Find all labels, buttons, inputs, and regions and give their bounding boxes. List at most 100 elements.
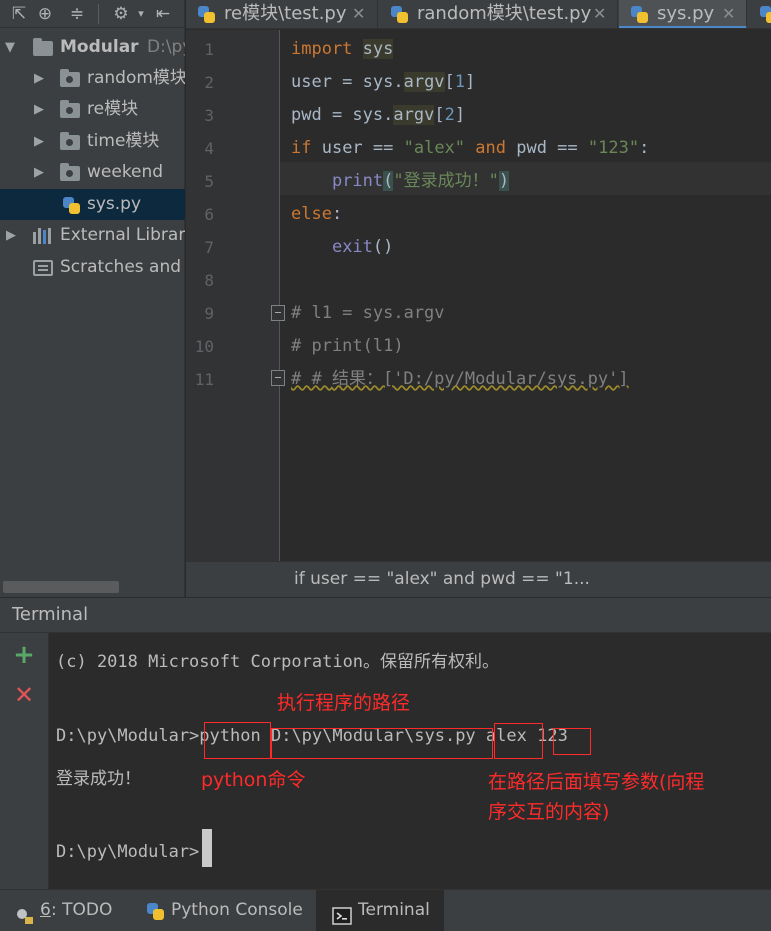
chevron-right-icon[interactable]: ▶ xyxy=(34,94,44,125)
annotation-args-note-1: 在路径后面填写参数(向程 xyxy=(488,771,705,793)
chevron-right-icon[interactable]: ▶ xyxy=(6,220,16,251)
plus-icon[interactable]: + xyxy=(12,642,36,668)
python-console-label: Python Console xyxy=(171,900,303,920)
tree-root-label: Modular xyxy=(60,37,139,57)
fold-end-icon[interactable] xyxy=(271,370,285,386)
package-folder-icon xyxy=(60,69,80,87)
scratches-icon xyxy=(33,260,53,276)
collapse-all-icon[interactable]: ⇱ xyxy=(8,3,30,25)
chevron-right-icon[interactable]: ▶ xyxy=(34,126,44,157)
code-line-11: # # 结果：['D:/py/Modular/sys.py'] xyxy=(291,369,629,389)
annotation-python-note: python命令 xyxy=(201,769,306,791)
breadcrumb[interactable]: if user == "alex" and pwd == "1... xyxy=(294,562,590,596)
todo-tool-button[interactable]: 6 : TODO xyxy=(10,890,122,931)
tab-label: re模块\test.py xyxy=(224,3,347,24)
tree-item-re[interactable]: ▶ re模块 xyxy=(0,94,185,125)
close-icon[interactable]: ✕ xyxy=(593,0,606,28)
editor-tab-bar: re模块\test.py ✕ random模块\test.py ✕ sys.py… xyxy=(186,0,771,29)
python-file-icon xyxy=(629,4,649,24)
code-line-7: exit() xyxy=(331,237,394,257)
close-icon[interactable]: ✕ xyxy=(12,683,36,707)
tree-item-label: random模块 xyxy=(87,68,185,88)
fold-collapse-icon[interactable] xyxy=(271,305,285,321)
annotation-box-arg2 xyxy=(553,728,591,755)
tree-item-modular[interactable]: ▼ Modular D:\py\Modular xyxy=(0,32,185,63)
line-number: 4 xyxy=(204,139,214,158)
tab-re-test[interactable]: re模块\test.py ✕ xyxy=(186,0,378,28)
horizontal-scrollbar[interactable] xyxy=(3,581,119,593)
gear-icon[interactable]: ⚙ xyxy=(110,3,132,25)
expand-icon[interactable]: ≑ xyxy=(66,3,88,25)
line-number: 8 xyxy=(204,271,214,290)
todo-icon xyxy=(14,901,34,924)
tree-item-external-libraries[interactable]: ▶ External Libraries xyxy=(0,220,185,251)
code-line-2: user = sys.argv[1] xyxy=(291,72,476,92)
project-toolbar: ⇱ ⊕ ≑ ⚙ ▾ ⇤ xyxy=(0,0,185,28)
python-file-icon xyxy=(196,4,216,24)
line-number: 10 xyxy=(194,337,214,356)
code-editor[interactable]: 1 2 3 4 5 6 7 8 9 10 11 import sys user … xyxy=(186,30,771,561)
terminal-output-line: 登录成功！ xyxy=(56,769,141,789)
tree-item-weekend[interactable]: ▶ weekend xyxy=(0,157,185,188)
tree-item-scratches[interactable]: Scratches and Consoles xyxy=(0,252,185,283)
close-icon[interactable]: ✕ xyxy=(352,0,365,28)
chevron-right-icon[interactable]: ▶ xyxy=(34,63,44,94)
library-icon xyxy=(33,228,53,244)
gutter-divider xyxy=(279,30,280,561)
python-console-icon xyxy=(145,901,165,921)
line-number: 1 xyxy=(204,40,214,59)
bottom-tool-bar: 6 : TODO Python Console Terminal xyxy=(0,889,771,931)
tree-item-label: External Libraries xyxy=(60,225,185,245)
terminal-title: Terminal xyxy=(12,604,89,625)
tree-item-label: re模块 xyxy=(87,99,139,119)
code-line-6: else: xyxy=(291,204,343,224)
code-line-9: # l1 = sys.argv xyxy=(291,303,445,323)
tree-item-label: Scratches and Consoles xyxy=(60,257,185,277)
tab-label: random模块\test.py xyxy=(417,3,592,24)
folder-icon xyxy=(33,38,53,56)
tree-item-label: sys.py xyxy=(87,194,142,214)
python-file-icon xyxy=(61,195,81,215)
tab-label: sys.py xyxy=(657,3,715,24)
tree-item-label: weekend xyxy=(87,162,164,182)
tab-random-test[interactable]: random模块\test.py ✕ xyxy=(379,0,618,28)
terminal-icon xyxy=(332,901,352,925)
python-file-icon xyxy=(758,4,771,24)
chevron-down-icon[interactable]: ▼ xyxy=(5,32,15,63)
todo-number: 6 xyxy=(40,900,51,920)
tab-overflow[interactable] xyxy=(748,0,771,28)
tree-item-random[interactable]: ▶ random模块 xyxy=(0,63,185,94)
terminal-prompt-line: D:\py\Modular> xyxy=(56,842,200,862)
line-number: 2 xyxy=(204,73,214,92)
dropdown-icon[interactable]: ▾ xyxy=(130,3,152,25)
annotation-path-note: 执行程序的路径 xyxy=(277,692,411,714)
line-number: 6 xyxy=(204,205,214,224)
annotation-box-arg1 xyxy=(494,723,543,759)
close-icon[interactable]: ✕ xyxy=(722,0,735,28)
target-icon[interactable]: ⊕ xyxy=(34,3,56,25)
hide-panel-icon[interactable]: ⇤ xyxy=(152,3,174,25)
line-number: 5 xyxy=(204,172,214,191)
terminal-side-toolbar: + ✕ xyxy=(0,633,49,889)
tree-item-sys-py[interactable]: sys.py xyxy=(0,189,185,220)
annotation-args-note-2: 序交互的内容) xyxy=(488,801,610,823)
chevron-right-icon[interactable]: ▶ xyxy=(34,157,44,188)
tree-root-path: D:\py\Modular xyxy=(147,37,185,57)
line-number: 7 xyxy=(204,238,214,257)
terminal-tool-button[interactable]: Terminal xyxy=(316,890,444,931)
python-console-tool-button[interactable]: Python Console xyxy=(136,890,306,931)
tab-sys-py[interactable]: sys.py ✕ xyxy=(619,0,747,28)
breadcrumb-bar: if user == "alex" and pwd == "1... xyxy=(186,561,771,597)
project-panel: ⇱ ⊕ ≑ ⚙ ▾ ⇤ ▼ Modular D:\py\Modular ▶ ra… xyxy=(0,0,185,597)
package-folder-icon xyxy=(60,163,80,181)
toolbar-divider xyxy=(98,4,99,24)
terminal-header: Terminal xyxy=(0,597,771,633)
line-gutter: 1 2 3 4 5 6 7 8 9 10 11 xyxy=(186,30,280,561)
terminal-copyright: (c) 2018 Microsoft Corporation。保留所有权利。 xyxy=(56,652,500,672)
code-line-5: print("登录成功！") xyxy=(331,171,510,191)
code-line-10: # print(l1) xyxy=(291,336,404,356)
tree-item-time[interactable]: ▶ time模块 xyxy=(0,126,185,157)
package-folder-icon xyxy=(60,100,80,118)
terminal-output[interactable]: (c) 2018 Microsoft Corporation。保留所有权利。 D… xyxy=(50,633,771,889)
tree-item-label: time模块 xyxy=(87,131,160,151)
